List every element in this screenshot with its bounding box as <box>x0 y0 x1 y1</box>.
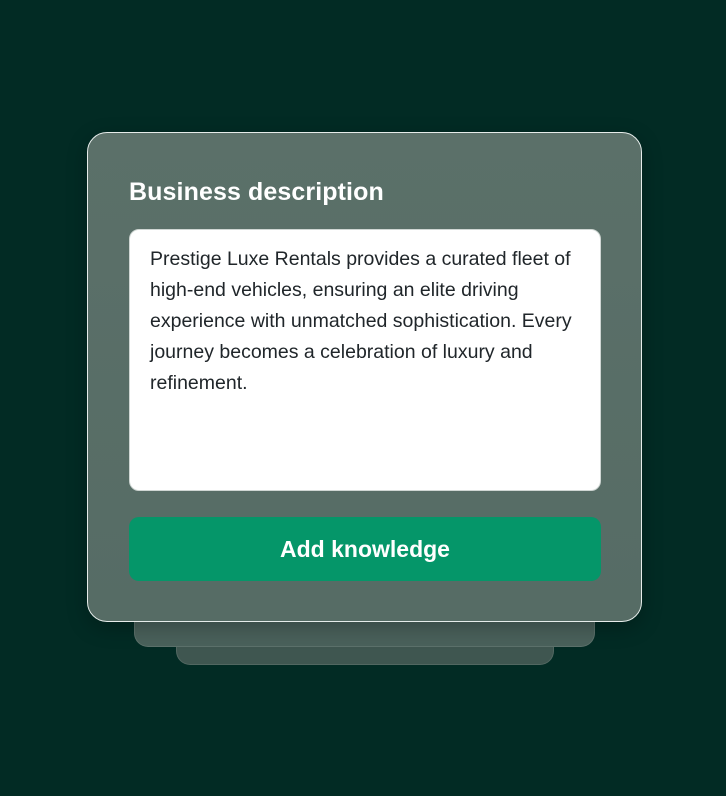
card-title: Business description <box>129 178 384 206</box>
business-description-card: Business description Prestige Luxe Renta… <box>87 132 642 622</box>
business-description-textarea[interactable]: Prestige Luxe Rentals provides a curated… <box>129 229 601 491</box>
add-knowledge-button[interactable]: Add knowledge <box>129 517 601 581</box>
